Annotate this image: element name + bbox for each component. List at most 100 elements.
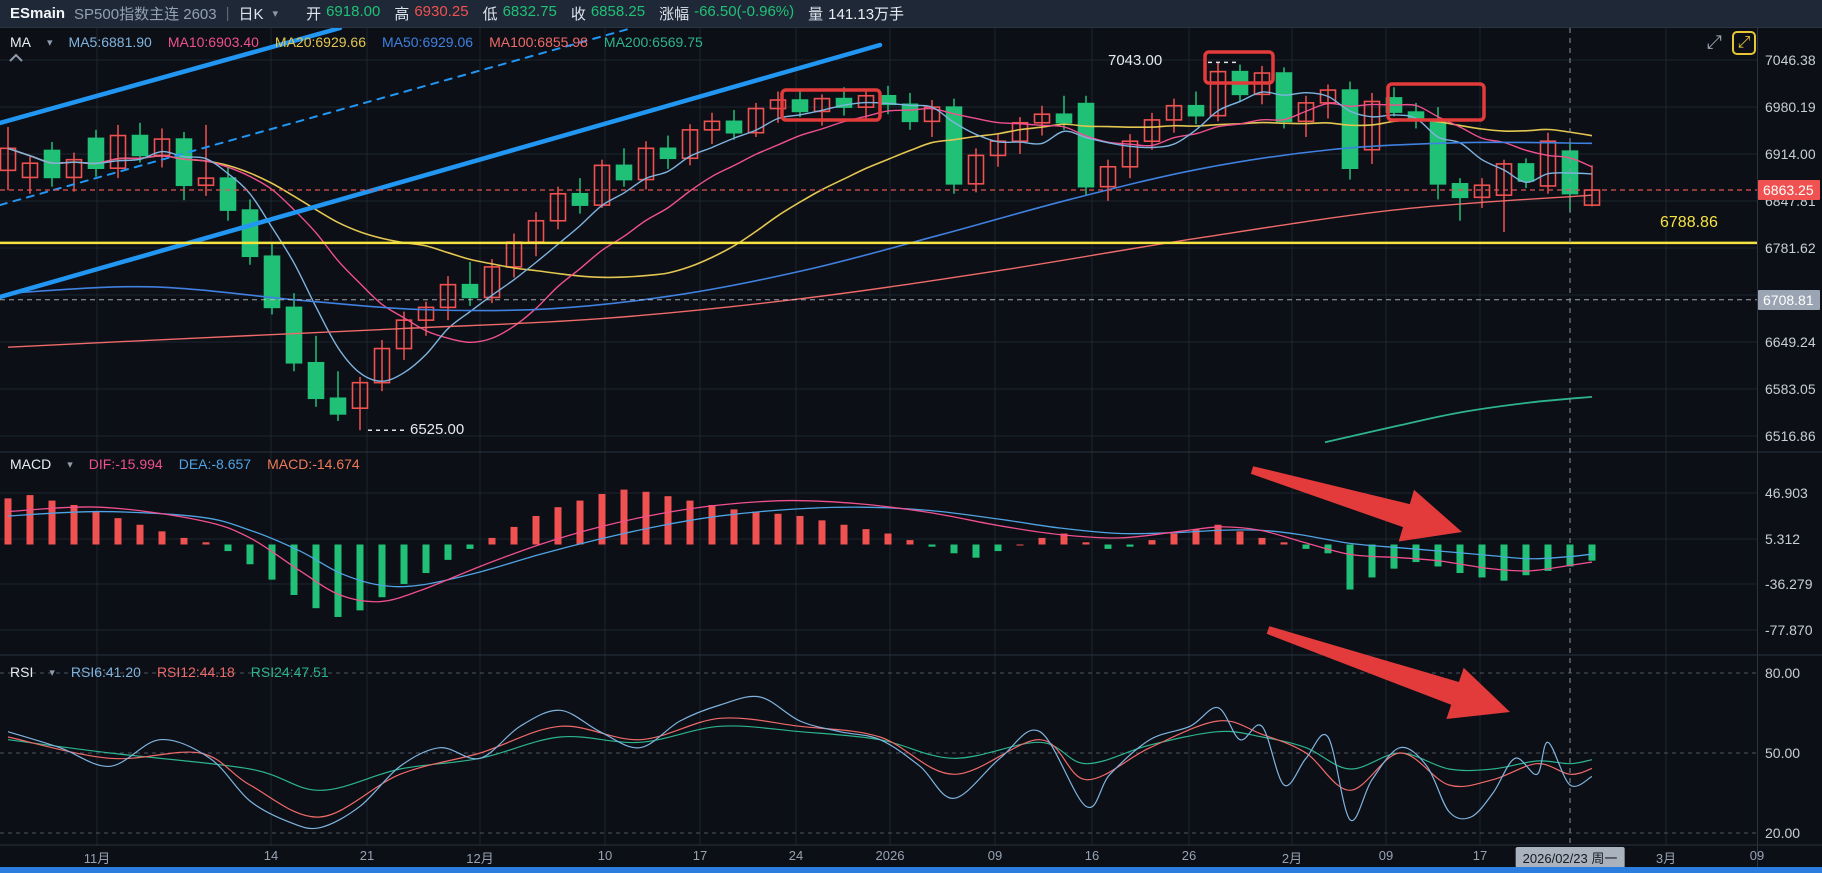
ma-legend-item: MA10:6903.40 — [167, 34, 259, 50]
macd-hist-bar — [70, 504, 78, 545]
macd-hist-bar — [862, 529, 870, 545]
candle-body — [285, 306, 303, 364]
rsi6-line — [7, 695, 1593, 830]
macd-hist-bar — [136, 524, 144, 545]
price-axis-label: 6781.62 — [1765, 240, 1816, 256]
candle-body — [175, 138, 193, 187]
collapse-chevron-icon[interactable] — [8, 50, 24, 68]
candle-body — [615, 164, 633, 181]
rsi-axis-label: 80.00 — [1765, 665, 1801, 681]
fullscreen-icon[interactable]: ⤢ — [1732, 31, 1756, 55]
period-selector[interactable]: 日K — [239, 3, 264, 24]
price-axis-label: 6649.24 — [1765, 334, 1816, 350]
macd-axis-label: 5.312 — [1765, 531, 1801, 547]
chevron-down-icon[interactable]: ▾ — [67, 458, 73, 471]
candle-body — [901, 103, 919, 123]
macd-hist-bar — [928, 544, 936, 547]
time-axis-label: 26 — [1181, 848, 1197, 863]
divider: | — [225, 5, 230, 22]
time-axis-label: 2026 — [875, 848, 905, 863]
candle-body — [1187, 104, 1205, 117]
macd-hist-bar — [994, 544, 1002, 552]
ma-legend-item: MA5:6881.90 — [68, 34, 152, 50]
last-price-badge: 6863.25 — [1758, 180, 1820, 201]
macd-legend-title: MACD — [10, 456, 52, 472]
quote-topbar: ESmain SP500指数主连 2603 | 日K ▾ 开 6918.00 高 69… — [0, 0, 1822, 28]
expand-icon[interactable]: ⤢ — [1707, 32, 1722, 54]
time-axis-label: 09 — [1378, 848, 1394, 863]
macd-hist-bar — [576, 500, 584, 545]
macd-hist-bar — [1148, 540, 1156, 545]
candle-body — [1055, 113, 1073, 124]
macd-hist-bar — [180, 537, 188, 545]
macd-hist-bar — [224, 544, 232, 552]
candle-body — [791, 99, 809, 113]
macd-hist-bar — [884, 533, 892, 545]
chevron-down-icon[interactable]: ▾ — [273, 7, 279, 20]
time-axis-label: 3月 — [1655, 851, 1677, 866]
macd-hist-bar — [1302, 544, 1310, 549]
macd-hist-bar — [1368, 544, 1376, 578]
macd-hist-bar — [972, 544, 980, 558]
macd-hist-bar — [510, 526, 518, 545]
macd-hist-bar — [1456, 544, 1464, 574]
macd-hist-bar — [642, 491, 650, 545]
time-axis-label: 24 — [788, 848, 804, 863]
ma-legend-title: MA — [10, 34, 31, 50]
time-axis-label: 14 — [263, 848, 279, 863]
macd-hist-bar — [1082, 542, 1090, 545]
macd-hist-bar — [290, 544, 298, 596]
candle-body — [725, 120, 743, 134]
quote-field-label: 高 — [394, 6, 410, 23]
macd-hist-bar — [312, 544, 320, 609]
macd-hist-bar — [202, 542, 210, 545]
macd-hist-bar — [1346, 544, 1354, 590]
quote-field-label: 量 — [808, 6, 824, 23]
low-marker-label: 6525.00 — [410, 421, 465, 439]
macd-legend-item: DEA:-8.657 — [178, 456, 252, 472]
quote-field: 量 141.13万手 — [808, 3, 904, 24]
quote-field-label: 涨幅 — [659, 6, 690, 23]
candle-body — [1517, 163, 1535, 182]
chart-canvas[interactable] — [0, 0, 1822, 873]
macd-hist-bar — [1478, 544, 1486, 578]
macd-hist-bar — [1236, 531, 1244, 545]
rsi-legend-item: RSI6:41.20 — [70, 664, 141, 680]
macd-hist-bar — [752, 511, 760, 545]
quote-field: 收 6858.25 — [571, 3, 645, 24]
time-axis-label: 09 — [1749, 848, 1765, 863]
quote-field-value: 141.13万手 — [828, 6, 905, 23]
macd-hist-bar — [774, 513, 782, 545]
macd-hist-bar — [796, 515, 804, 545]
rsi12-line — [7, 717, 1593, 818]
macd-hist-bar — [26, 495, 34, 545]
macd-hist-bar — [246, 544, 254, 565]
macd-hist-bar — [444, 544, 452, 560]
annotation-arrow — [1250, 466, 1462, 542]
rsi-axis-label: 50.00 — [1765, 745, 1801, 761]
macd-legend: MACD ▾ DIF:-15.994 DEA:-8.657 MACD:-14.674 — [10, 456, 360, 472]
quote-field-label: 收 — [570, 6, 586, 23]
rsi-legend-item: RSI24:47.51 — [250, 664, 329, 680]
macd-hist-bar — [1038, 537, 1046, 545]
chevron-down-icon[interactable]: ▾ — [49, 666, 55, 679]
candle-body — [461, 283, 479, 299]
trend-channel-line — [0, 27, 633, 206]
macd-hist-bar — [378, 544, 386, 598]
macd-hist-bar — [1280, 542, 1288, 545]
high-marker-label: 7043.00 — [1108, 52, 1163, 70]
candle-body — [1275, 72, 1293, 123]
macd-hist-bar — [950, 544, 958, 554]
settle-price-badge: 6708.81 — [1758, 289, 1820, 310]
bottom-accent-line — [0, 867, 1822, 873]
macd-axis-label: 46.903 — [1765, 485, 1808, 501]
macd-hist-bar — [1434, 544, 1442, 567]
chevron-down-icon[interactable]: ▾ — [47, 36, 53, 49]
candle-body — [571, 192, 589, 206]
axis-border — [1757, 28, 1758, 867]
macd-hist-bar — [1566, 544, 1574, 567]
quote-field: 涨幅 -66.50(-0.96%) — [659, 3, 794, 24]
macd-axis-label: -36.279 — [1765, 576, 1813, 592]
symbol-name: SP500指数主连 2603 — [74, 6, 217, 23]
macd-hist-bar — [1500, 544, 1508, 581]
